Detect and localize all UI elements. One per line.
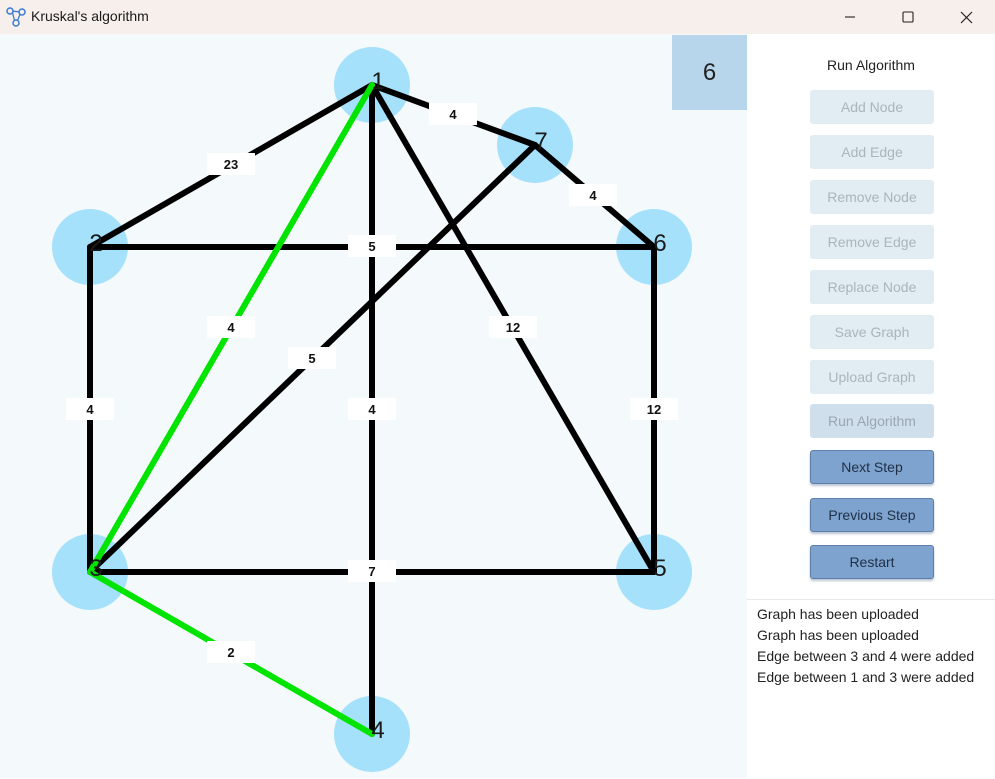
remove-node-button[interactable]: Remove Node (810, 180, 934, 214)
previous-step-button[interactable]: Previous Step (810, 498, 934, 532)
graph-nodes-icon (6, 7, 26, 27)
step-counter: 6 (672, 35, 747, 110)
save-graph-button[interactable]: Save Graph (810, 315, 934, 349)
edge-weight-label: 23 (224, 157, 238, 172)
minimize-button[interactable] (821, 0, 879, 34)
run-algorithm-button[interactable]: Run Algorithm (810, 404, 934, 438)
restart-button[interactable]: Restart (810, 545, 934, 579)
edge-weight-label: 4 (86, 402, 94, 417)
upload-graph-button[interactable]: Upload Graph (810, 360, 934, 394)
graph-node-label: 5 (653, 555, 666, 582)
graph-canvas[interactable]: 23 4 4 5 4 5 12 4 4 12 7 2 1 2 3 4 5 6 7 (0, 34, 747, 778)
graph-node-label: 7 (534, 128, 547, 155)
edge-weight-label: 12 (647, 402, 661, 417)
log-line: Graph has been uploaded (757, 606, 919, 622)
add-edge-button[interactable]: Add Edge (810, 135, 934, 169)
edge-weight-label: 4 (368, 402, 376, 417)
edge-weight-label: 2 (227, 645, 234, 660)
title-bar: Kruskal's algorithm (0, 0, 995, 34)
graph-svg[interactable]: 2344545124 4 12721234567 (0, 34, 747, 778)
graph-node-label: 6 (653, 230, 666, 257)
edge-weight-label: 4 (449, 107, 457, 122)
next-step-button[interactable]: Next Step (810, 450, 934, 484)
add-node-button[interactable]: Add Node (810, 90, 934, 124)
edge-weight-label: 4 (589, 188, 597, 203)
log-line: Edge between 3 and 4 were added (757, 648, 975, 664)
minimize-icon (845, 16, 855, 18)
remove-edge-button[interactable]: Remove Edge (810, 225, 934, 259)
graph-node-label: 2 (89, 230, 102, 257)
log-line: Graph has been uploaded (757, 627, 919, 643)
close-icon (960, 11, 972, 23)
graph-node-label: 4 (371, 717, 384, 744)
edge-weight-label: 7 (368, 564, 375, 579)
maximize-icon (902, 11, 914, 23)
graph-node-label: 3 (89, 555, 102, 582)
close-button[interactable] (937, 0, 995, 34)
log-line: Edge between 1 and 3 were added (757, 669, 975, 685)
replace-node-button[interactable]: Replace Node (810, 270, 934, 304)
graph-node-label: 1 (371, 68, 384, 95)
edge-weight-label: 5 (368, 239, 375, 254)
maximize-button[interactable] (879, 0, 937, 34)
edge-weight-label: 12 (506, 320, 520, 335)
edge-weight-label: 5 (308, 351, 315, 366)
window-title: Kruskal's algorithm (31, 8, 149, 24)
edge-weight-label: 4 (227, 320, 235, 335)
panel-title: Run Algorithm (827, 57, 915, 73)
event-log: Graph has been uploaded Graph has been u… (747, 599, 995, 779)
